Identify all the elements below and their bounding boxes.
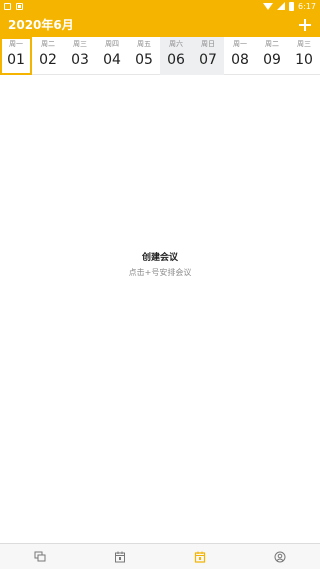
day-03[interactable]: 周三 03 [64, 37, 96, 75]
day-number: 09 [263, 52, 281, 68]
day-number: 02 [39, 52, 57, 68]
day-weekday-label: 周二 [41, 40, 55, 48]
empty-state-subtitle: 点击+号安排会议 [128, 268, 192, 277]
chat-icon [34, 551, 46, 563]
day-weekday-label: 周六 [169, 40, 183, 48]
nav-item-chat[interactable] [0, 544, 80, 569]
nav-item-profile[interactable] [240, 544, 320, 569]
day-weekday-label: 周三 [73, 40, 87, 48]
app-header: 2020年6月 [0, 12, 320, 37]
add-meeting-button[interactable] [298, 18, 312, 32]
day-08[interactable]: 周一 08 [224, 37, 256, 75]
notification-icon [4, 2, 11, 10]
day-number: 04 [103, 52, 121, 68]
day-number: 08 [231, 52, 249, 68]
wifi-icon [263, 2, 274, 10]
nav-item-schedule[interactable] [160, 544, 240, 569]
bottom-nav [0, 543, 320, 569]
notification-icon-2 [16, 2, 23, 10]
day-weekday-label: 周五 [137, 40, 151, 48]
month-title[interactable]: 2020年6月 [8, 16, 74, 33]
day-09[interactable]: 周二 09 [256, 37, 288, 75]
day-number: 01 [7, 52, 25, 68]
nav-item-calendar[interactable] [80, 544, 160, 569]
empty-state: 创建会议 点击+号安排会议 [0, 252, 320, 279]
day-number: 03 [71, 52, 89, 68]
battery-icon [289, 1, 295, 11]
day-number: 10 [295, 52, 313, 68]
day-06[interactable]: 周六 06 [160, 37, 192, 75]
day-05[interactable]: 周五 05 [128, 37, 160, 75]
empty-state-title: 创建会议 [141, 253, 178, 263]
signal-icon [277, 2, 286, 10]
day-weekday-label: 周四 [105, 40, 119, 48]
status-time: 6:17 [298, 1, 316, 11]
day-number: 06 [167, 52, 185, 68]
day-07[interactable]: 周日 07 [192, 37, 224, 75]
status-bar: 6:17 [0, 0, 320, 12]
day-weekday-label: 周日 [201, 40, 215, 48]
system-icons: 6:17 [263, 1, 316, 11]
notification-icons [4, 2, 23, 10]
day-10[interactable]: 周三 10 [288, 37, 320, 75]
day-weekday-label: 周一 [9, 40, 23, 48]
day-04[interactable]: 周四 04 [96, 37, 128, 75]
schedule-icon [194, 551, 206, 563]
day-weekday-label: 周一 [233, 40, 247, 48]
calendar-icon [114, 551, 126, 563]
day-02[interactable]: 周二 02 [32, 37, 64, 75]
day-01[interactable]: 周一 01 [0, 37, 32, 75]
day-weekday-label: 周三 [297, 40, 311, 48]
week-strip: 周一 01 周二 02 周三 03 周四 04 周五 05 周六 06 周日 07 周一 08 周二 09 周三 10 [0, 37, 320, 75]
profile-icon [274, 551, 286, 563]
day-weekday-label: 周二 [265, 40, 279, 48]
day-number: 05 [135, 52, 153, 68]
day-number: 07 [199, 52, 217, 68]
